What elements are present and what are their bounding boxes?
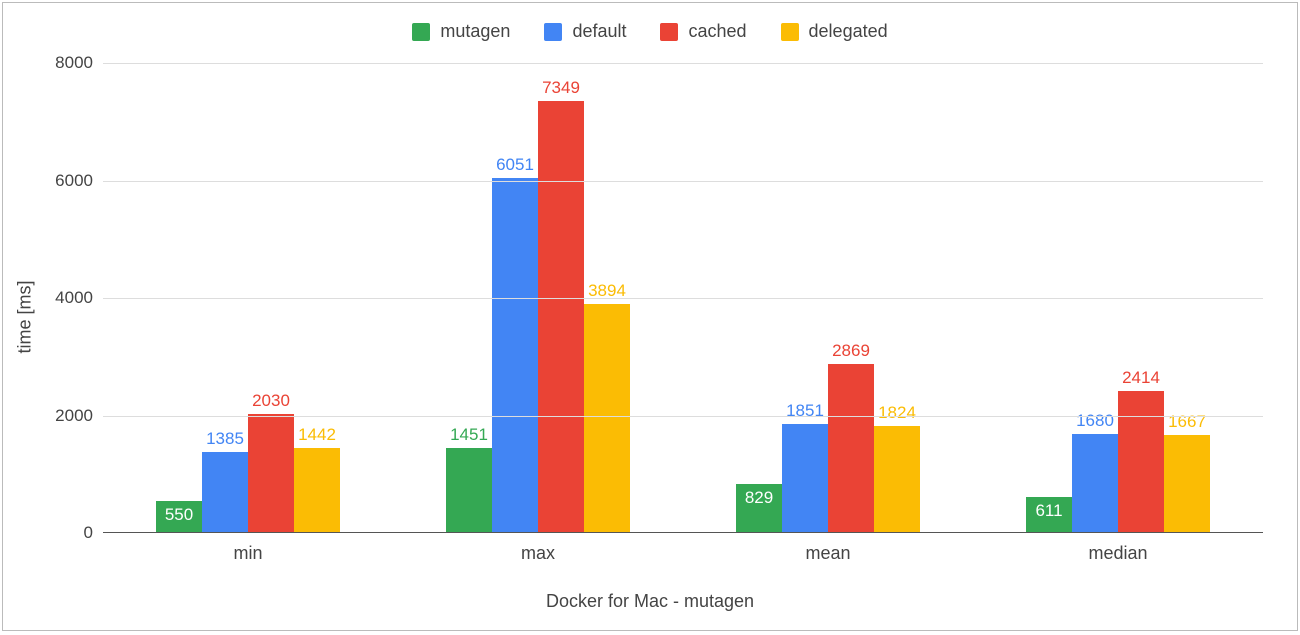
x-tick-label: max xyxy=(521,533,555,564)
legend-swatch xyxy=(660,23,678,41)
legend-item-default: default xyxy=(544,21,626,42)
bar-value-label: 1851 xyxy=(786,401,824,421)
gridline xyxy=(103,181,1263,182)
y-tick-label: 8000 xyxy=(55,53,103,73)
bar-mutagen-median: 611 xyxy=(1026,497,1072,533)
legend: mutagen default cached delegated xyxy=(3,21,1297,42)
bar-cached-min: 2030 xyxy=(248,414,294,533)
y-tick-label: 2000 xyxy=(55,406,103,426)
y-tick-label: 6000 xyxy=(55,171,103,191)
bar-value-label: 611 xyxy=(1035,501,1062,521)
bar-default-max: 6051 xyxy=(492,178,538,533)
bar-value-label: 2030 xyxy=(252,391,290,411)
legend-label: cached xyxy=(688,21,746,42)
bar-value-label: 1680 xyxy=(1076,411,1114,431)
legend-item-cached: cached xyxy=(660,21,746,42)
y-tick-label: 0 xyxy=(84,523,103,543)
x-tick-label: median xyxy=(1088,533,1147,564)
bar-default-mean: 1851 xyxy=(782,424,828,533)
bar-value-label: 6051 xyxy=(496,155,534,175)
bar-value-label: 7349 xyxy=(542,78,580,98)
legend-swatch xyxy=(412,23,430,41)
bar-value-label: 1385 xyxy=(206,429,244,449)
bar-delegated-median: 1667 xyxy=(1164,435,1210,533)
bar-cached-mean: 2869 xyxy=(828,364,874,533)
y-axis-label: time [ms] xyxy=(15,280,36,353)
bar-cached-median: 2414 xyxy=(1118,391,1164,533)
legend-label: default xyxy=(572,21,626,42)
bar-default-min: 1385 xyxy=(202,452,248,533)
bar-value-label: 2414 xyxy=(1122,368,1160,388)
bar-mutagen-min: 550 xyxy=(156,501,202,533)
gridline xyxy=(103,298,1263,299)
bar-delegated-min: 1442 xyxy=(294,448,340,533)
bar-value-label: 1824 xyxy=(878,403,916,423)
bar-value-label: 1451 xyxy=(450,425,488,445)
legend-label: delegated xyxy=(809,21,888,42)
x-tick-label: min xyxy=(233,533,262,564)
x-axis-label: Docker for Mac - mutagen xyxy=(3,591,1297,612)
legend-label: mutagen xyxy=(440,21,510,42)
y-tick-label: 4000 xyxy=(55,288,103,308)
bar-delegated-max: 3894 xyxy=(584,304,630,533)
bar-value-label: 2869 xyxy=(832,341,870,361)
bar-value-label: 1442 xyxy=(298,425,336,445)
bar-cached-max: 7349 xyxy=(538,101,584,533)
bar-mutagen-mean: 829 xyxy=(736,484,782,533)
x-tick-label: mean xyxy=(805,533,850,564)
legend-swatch xyxy=(544,23,562,41)
legend-item-mutagen: mutagen xyxy=(412,21,510,42)
bar-mutagen-max: 1451 xyxy=(446,448,492,533)
bar-delegated-mean: 1824 xyxy=(874,426,920,533)
legend-item-delegated: delegated xyxy=(781,21,888,42)
bar-value-label: 829 xyxy=(745,488,773,508)
plot-area: 5501385203014421451605173493894829185128… xyxy=(103,63,1263,533)
chart-frame: mutagendefaultcacheddelegated time [ms] … xyxy=(2,2,1298,631)
legend-swatch xyxy=(781,23,799,41)
bar-default-median: 1680 xyxy=(1072,434,1118,533)
bar-value-label: 550 xyxy=(165,505,193,525)
gridline xyxy=(103,63,1263,64)
gridline xyxy=(103,416,1263,417)
